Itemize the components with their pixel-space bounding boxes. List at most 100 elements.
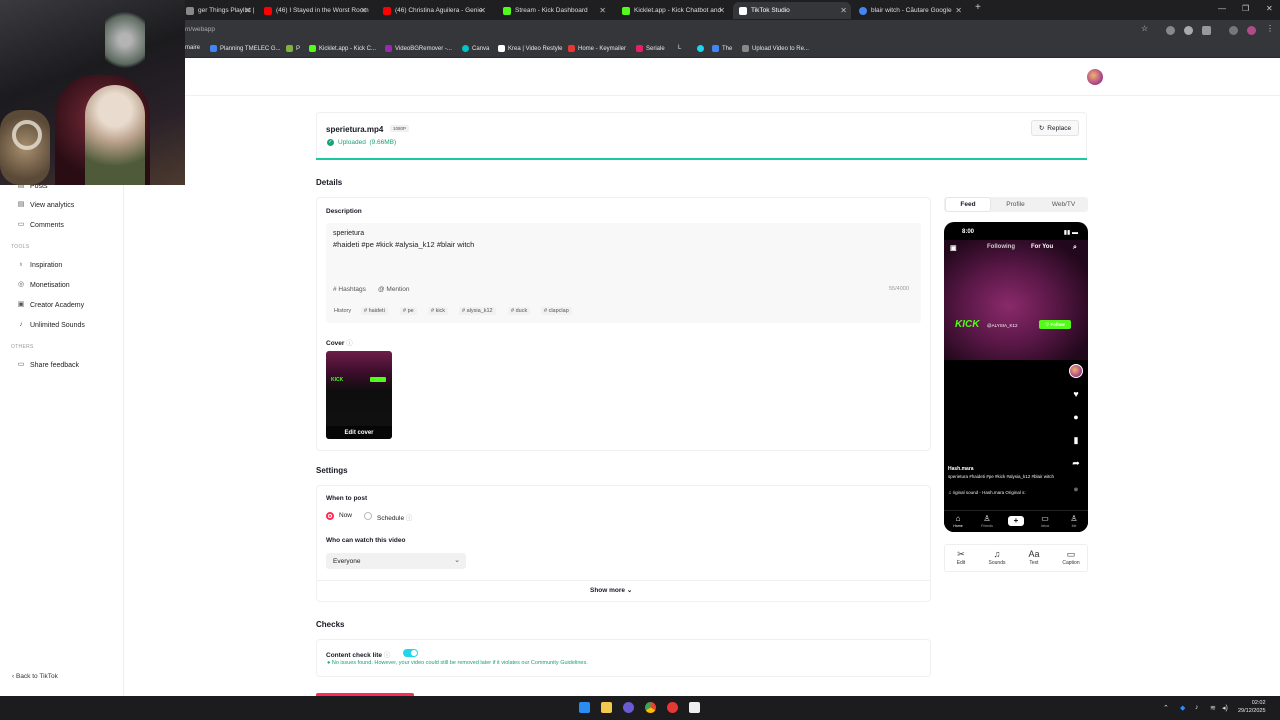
bookmark[interactable]: Planning TMELEC G...: [210, 45, 281, 52]
hashtags-button[interactable]: # Hashtags: [333, 286, 366, 293]
address-bar: m/webapp ☆ ⋮: [0, 20, 1280, 42]
schedule-radio[interactable]: [364, 512, 372, 520]
app-icon[interactable]: [623, 702, 634, 713]
close-icon[interactable]: ✕: [244, 6, 251, 15]
share-icon: ➦: [1072, 458, 1080, 468]
edit-tool-button[interactable]: ✂ Edit: [946, 549, 976, 566]
bookmark[interactable]: The: [712, 45, 732, 52]
browser-tab[interactable]: (46) Christina Aguilera - Genie ✕: [377, 2, 490, 19]
avatar[interactable]: [1087, 69, 1103, 85]
bookmark-icon: [742, 45, 749, 52]
extension-icon[interactable]: [1184, 26, 1193, 35]
sounds-tool-button[interactable]: ♫ Sounds: [982, 549, 1012, 566]
bookmark[interactable]: maire: [185, 45, 200, 51]
chevron-down-icon: ⌄: [626, 587, 633, 594]
bookmark[interactable]: Kicklet.app - Kick C...: [309, 45, 376, 52]
sidebar-item-inspiration[interactable]: ♁ Inspiration: [17, 261, 62, 269]
tray-chevron-icon[interactable]: ⌃: [1163, 704, 1169, 712]
now-radio[interactable]: [326, 512, 334, 520]
history-chip[interactable]: # duck: [508, 307, 531, 315]
analytics-icon: ▤: [17, 201, 25, 208]
browser-tab[interactable]: Stream - Kick Dashboard ✕: [497, 2, 610, 19]
sidebar-item-comments[interactable]: ▭ Comments: [17, 221, 64, 229]
bookmark[interactable]: [697, 45, 707, 52]
bookmark[interactable]: Home - Keymailer: [568, 45, 626, 52]
bookmark[interactable]: Canva: [462, 45, 489, 52]
bookmark[interactable]: L: [678, 45, 681, 51]
webcam-tree: [105, 5, 145, 75]
app-icon[interactable]: [667, 702, 678, 713]
menu-icon[interactable]: ⋮: [1266, 24, 1275, 33]
volume-icon[interactable]: ◂): [1222, 704, 1228, 712]
close-icon[interactable]: ✕: [840, 6, 847, 15]
windows-start-icon[interactable]: [579, 702, 590, 713]
cover-thumbnail[interactable]: KICK Edit cover: [326, 351, 392, 439]
video-frame: [944, 240, 1088, 360]
close-icon[interactable]: ✕: [479, 6, 486, 15]
caption-tool-button[interactable]: ▭ Caption: [1056, 549, 1086, 566]
webcam-overlay: [0, 0, 185, 185]
restore-icon[interactable]: ❐: [1242, 4, 1249, 13]
close-window-icon[interactable]: ✕: [1266, 4, 1273, 13]
tab-profile[interactable]: Profile: [992, 197, 1039, 212]
new-tab-button[interactable]: +: [975, 2, 981, 13]
browser-tab[interactable]: ger Things Playlist | ✕: [180, 2, 255, 19]
star-icon[interactable]: ☆: [1141, 24, 1150, 33]
upload-status: ✓ Uploaded (9.66MB): [327, 139, 397, 146]
history-chip[interactable]: # kick: [428, 307, 449, 315]
privacy-select[interactable]: Everyone ⌄: [326, 553, 466, 569]
close-icon[interactable]: ✕: [718, 6, 725, 15]
bookmark[interactable]: VideoBGRemover -...: [385, 45, 452, 52]
history-label: History: [334, 308, 352, 314]
browser-tab[interactable]: (46) I Stayed in the Worst Room ✕: [258, 2, 371, 19]
browser-tab[interactable]: Kicklet.app - Kick Chatbot and ✕: [616, 2, 729, 19]
edit-cover-button[interactable]: Edit cover: [326, 426, 392, 439]
bookmark[interactable]: P: [286, 45, 300, 52]
back-to-tiktok-link[interactable]: ‹ Back to TikTok: [12, 673, 58, 680]
extension-icon[interactable]: [1229, 26, 1238, 35]
checks-card: [316, 639, 931, 677]
minimize-icon[interactable]: —: [1218, 4, 1226, 13]
browser-tab[interactable]: blair witch - Căutare Google ✕: [853, 2, 966, 19]
close-icon[interactable]: ✕: [955, 6, 962, 15]
info-icon: ⓘ: [405, 515, 413, 522]
sidebar-item-share-feedback[interactable]: ▭ Share feedback: [17, 361, 79, 369]
chrome-icon[interactable]: [645, 702, 656, 713]
profile-icon[interactable]: [1247, 26, 1256, 35]
sidebar-item-creator-academy[interactable]: ▣ Creator Academy: [17, 301, 84, 309]
history-chip[interactable]: # haideti: [361, 307, 388, 315]
show-more-button[interactable]: Show more ⌄: [590, 586, 632, 594]
replace-button[interactable]: ↻ Replace: [1031, 120, 1079, 136]
url-text[interactable]: m/webapp: [185, 26, 215, 33]
file-explorer-icon[interactable]: [601, 702, 612, 713]
tab-feed[interactable]: Feed: [945, 197, 991, 212]
text-tool-button[interactable]: Aa Text: [1019, 549, 1049, 566]
browser-tab-active[interactable]: TikTok Studio ✕: [733, 2, 851, 19]
sidebar-item-analytics[interactable]: ▤ View analytics: [17, 201, 75, 209]
tab-web-tv[interactable]: Web/TV: [1040, 197, 1087, 212]
content-check-toggle[interactable]: [403, 649, 418, 657]
sidebar-item-unlimited-sounds[interactable]: ♪ Unlimited Sounds: [17, 321, 85, 329]
extension-icon[interactable]: [1166, 26, 1175, 35]
history-chip[interactable]: # alysia_k12: [459, 307, 496, 315]
close-icon[interactable]: ✕: [599, 6, 606, 15]
search-icon: ⌕: [1073, 244, 1077, 251]
close-icon[interactable]: ✕: [360, 6, 367, 15]
bookmark[interactable]: Krea | Video Restyle: [498, 45, 562, 52]
wifi-icon[interactable]: ≋: [1210, 704, 1216, 712]
home-icon: ⌂: [955, 514, 961, 523]
clock[interactable]: 02:02 29/12/2025: [1238, 699, 1266, 715]
microphone-icon[interactable]: ♪: [1195, 704, 1199, 711]
mention-button[interactable]: @ Mention: [378, 286, 410, 293]
history-chip[interactable]: # pe: [400, 307, 417, 315]
sidebar-item-monetisation[interactable]: ◎ Monetisation: [17, 281, 70, 289]
nav-friends: ♙ Friends: [975, 514, 999, 528]
bookmark[interactable]: Seriale: [636, 45, 665, 52]
extension-icon[interactable]: [1202, 26, 1211, 35]
following-tab: Following: [987, 244, 1015, 250]
capcut-icon[interactable]: [689, 702, 700, 713]
history-chip[interactable]: # clapclap: [541, 307, 572, 315]
file-name: sperietura.mp4: [326, 125, 384, 134]
bookmark[interactable]: Upload Video to Re...: [742, 45, 809, 52]
tray-app-icon[interactable]: ◆: [1180, 704, 1185, 712]
